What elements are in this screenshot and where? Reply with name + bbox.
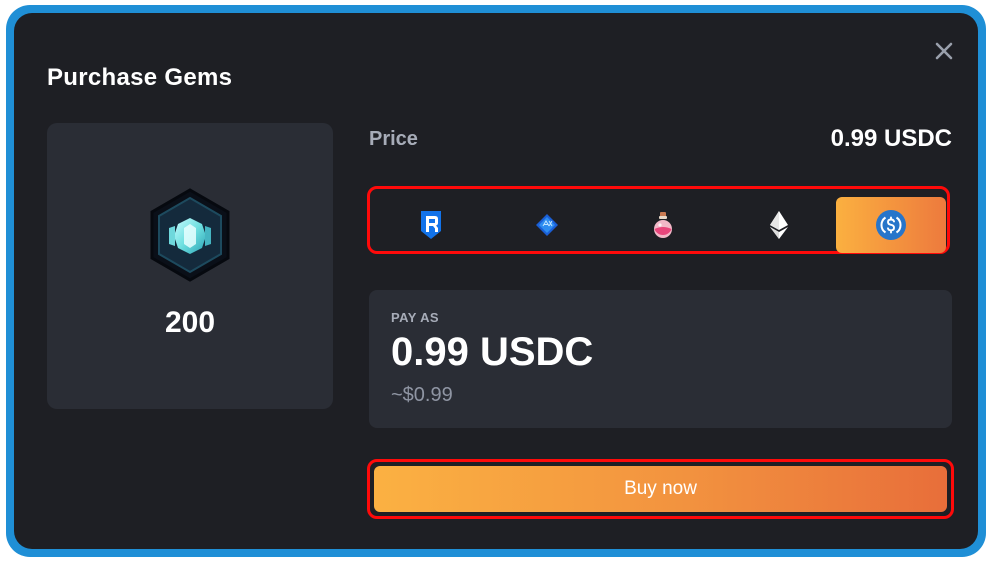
- axs-icon: [536, 214, 558, 236]
- token-option-ronin[interactable]: [376, 197, 486, 253]
- item-card: 200: [47, 123, 333, 409]
- ronin-icon: [421, 211, 441, 239]
- token-option-usdc[interactable]: [836, 197, 946, 253]
- gem-quantity: 200: [164, 306, 216, 339]
- pay-as-label: PAY AS: [391, 310, 439, 325]
- pay-summary-card: PAY AS 0.99 USDC ~$0.99: [369, 290, 952, 428]
- modal-title: Purchase Gems: [47, 64, 233, 91]
- buy-button-highlight: Buy now: [367, 459, 954, 519]
- token-option-ethereum[interactable]: [724, 197, 834, 253]
- pay-usd-equivalent: ~$0.99: [391, 384, 453, 406]
- usdc-icon: [876, 210, 906, 240]
- price-value: 0.99 USDC: [830, 125, 952, 152]
- ethereum-icon: [770, 211, 788, 239]
- pay-amount: 0.99 USDC: [391, 330, 594, 374]
- token-selector: [367, 186, 950, 254]
- gem-icon: [150, 188, 230, 282]
- close-button[interactable]: [930, 37, 958, 65]
- potion-icon: [654, 212, 672, 238]
- token-option-potion[interactable]: [608, 197, 718, 253]
- close-icon: [935, 42, 953, 60]
- token-option-axs[interactable]: [492, 197, 602, 253]
- buy-now-button[interactable]: Buy now: [374, 466, 947, 512]
- price-label: Price: [369, 128, 418, 150]
